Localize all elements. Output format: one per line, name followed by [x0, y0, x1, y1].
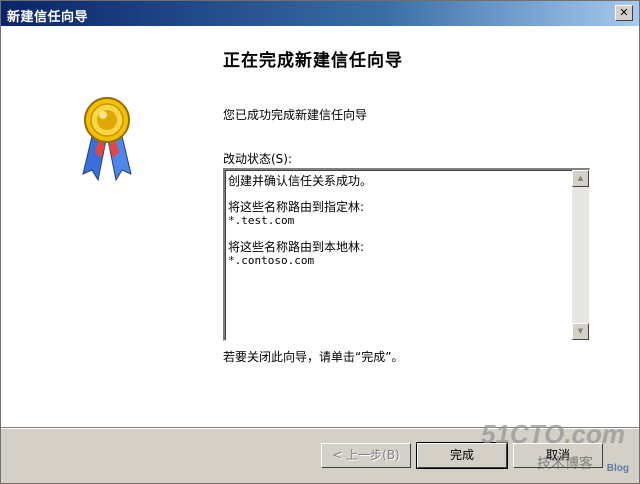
status-line-spacer — [228, 188, 568, 200]
wizard-side-panel — [1, 26, 211, 427]
status-textbox[interactable]: 创建并确认信任关系成功。 将这些名称路由到指定林: *.test.com 将这些名称路… — [223, 168, 590, 341]
vertical-scrollbar[interactable]: ▲ ▼ — [572, 170, 589, 340]
status-line: 将这些名称路由到本地林: — [228, 240, 365, 254]
status-line: *.test.com — [228, 214, 295, 227]
scroll-up-arrow-icon: ▲ — [577, 174, 584, 182]
award-ribbon-icon — [82, 97, 132, 182]
scroll-down-button[interactable]: ▼ — [572, 323, 589, 340]
completion-description: 您已成功完成新建信任向导 — [223, 108, 368, 122]
status-label: 改动状态(S): — [223, 152, 293, 166]
status-line: 将这些名称路由到指定林: — [228, 200, 365, 214]
status-line: *.contoso.com — [228, 254, 315, 267]
close-button[interactable]: ✕ — [615, 5, 633, 21]
wizard-content: 正在完成新建信任向导 您已成功完成新建信任向导 改动状态(S): 创建并确认信任… — [211, 26, 639, 427]
cancel-button[interactable]: 取消 — [513, 443, 603, 468]
status-line: 创建并确认信任关系成功。 — [228, 174, 373, 188]
wizard-window: 新建信任向导 ✕ 正在完成新建信任向导 您已成功完成新建信任向导 改动状态(S)… — [0, 0, 640, 484]
window-title: 新建信任向导 — [7, 10, 89, 25]
status-line-spacer — [228, 228, 568, 240]
close-icon: ✕ — [619, 6, 629, 19]
close-instruction: 若要关闭此向导，请单击“完成”。 — [223, 350, 404, 364]
scroll-down-arrow-icon: ▼ — [577, 327, 584, 335]
watermark-blog: Blog — [606, 463, 629, 474]
footer-separator — [1, 427, 639, 429]
status-lines: 创建并确认信任关系成功。 将这些名称路由到指定林: *.test.com 将这些名称路… — [228, 174, 568, 268]
finish-button[interactable]: 完成 — [416, 442, 508, 469]
page-title: 正在完成新建信任向导 — [223, 51, 403, 71]
title-bar: 新建信任向导 ✕ — [1, 1, 639, 26]
back-button[interactable]: < 上一步(B) — [321, 443, 411, 468]
scroll-up-button[interactable]: ▲ — [572, 170, 589, 187]
